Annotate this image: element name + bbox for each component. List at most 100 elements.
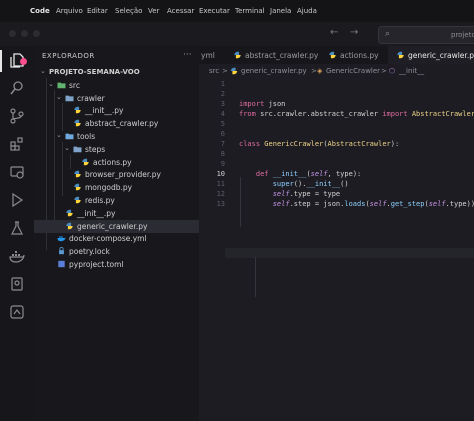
code-line[interactable]: 10 def __init__(self, type):	[199, 170, 474, 180]
code-line[interactable]: 7 class GenericCrawler(AbstractCrawler):	[199, 140, 474, 150]
toml-file-icon	[58, 260, 65, 268]
tab-actions[interactable]: actions.py	[320, 46, 388, 64]
folder-icon	[65, 133, 74, 140]
code-line[interactable]: 12 self.type = type	[199, 190, 474, 200]
code-line[interactable]: 2	[199, 90, 474, 100]
breadcrumb-separator: >	[222, 67, 228, 75]
back-arrow-icon[interactable]: ←	[330, 27, 338, 38]
code-line[interactable]: 3 import json	[199, 100, 474, 110]
breadcrumb-class[interactable]: GenericCrawler	[326, 67, 380, 75]
tree-file[interactable]: actions.py	[34, 156, 199, 169]
menu-selecao[interactable]: Seleção	[115, 7, 142, 15]
tree-folder[interactable]: ⌄ steps	[34, 143, 199, 156]
tree-file[interactable]: mongodb.py	[34, 181, 199, 194]
close-window-button[interactable]	[9, 30, 16, 37]
command-center-search[interactable]: ⌕ projeto	[378, 26, 474, 44]
python-file-icon	[82, 158, 89, 165]
code-line[interactable]: 4 from src.crawler.abstract_crawler impor…	[199, 110, 474, 120]
tree-file[interactable]: generic_crawler.py	[34, 219, 199, 233]
python-file-icon	[74, 171, 81, 178]
minimize-window-button[interactable]	[21, 30, 28, 37]
chevron-down-icon[interactable]: ⌄	[48, 80, 54, 88]
code-text: self.type = type	[272, 190, 341, 198]
tree-item-label: tools	[77, 132, 96, 141]
code-line[interactable]: 6	[199, 130, 474, 140]
tree-item-label: pyproject.toml	[69, 260, 124, 269]
tree-file[interactable]: browser_provider.py	[34, 168, 199, 181]
menu-ajuda[interactable]: Ajuda	[297, 7, 317, 15]
code-line[interactable]: 13 self.step = json.loads(self.get_step(…	[199, 200, 474, 210]
tree-item-label: mongodb.py	[85, 183, 133, 193]
tree-file[interactable]: poetry.lock	[34, 245, 199, 258]
menu-arquivo[interactable]: Arquivo	[56, 7, 83, 15]
menu-ver[interactable]: Ver	[148, 7, 159, 15]
tree-folder[interactable]: ⌄ crawler	[34, 92, 199, 105]
tab-yml[interactable]: yml	[199, 46, 225, 64]
extensions-icon[interactable]	[9, 136, 25, 152]
menu-terminal[interactable]: Terminal	[235, 7, 265, 15]
tree-folder[interactable]: ⌄ src	[34, 79, 199, 92]
tree-item-label: browser_provider.py	[85, 170, 161, 180]
search-icon[interactable]	[9, 80, 25, 96]
python-file-icon	[66, 222, 73, 229]
tree-item-label: PROJETO-SEMANA-VOO	[49, 68, 140, 76]
more-actions-icon[interactable]: ···	[183, 50, 192, 60]
chevron-down-icon[interactable]: ⌄	[64, 144, 70, 152]
code-editor[interactable]: 1 2 3 import json 4 from src.crawler.abstract…	[199, 78, 474, 421]
tree-item-label: poetry.lock	[69, 247, 110, 257]
menu-acessar[interactable]: Acessar	[167, 7, 194, 15]
tree-folder[interactable]: ⌄ PROJETO-SEMANA-VOO	[34, 66, 199, 79]
tree-item-label: steps	[85, 144, 106, 154]
chevron-down-icon[interactable]: ⌄	[56, 93, 62, 101]
python-file-icon	[234, 51, 241, 59]
code-line[interactable]: 11 super().__init__()	[199, 180, 474, 190]
tree-folder[interactable]: ⌄ tools	[34, 130, 199, 143]
menu-code[interactable]: Code	[30, 7, 50, 15]
breadcrumb-method[interactable]: __init__	[399, 67, 424, 75]
class-symbol-icon: ◈	[317, 67, 323, 75]
line-number: 9	[220, 160, 225, 168]
testing-icon[interactable]	[9, 220, 25, 236]
breadcrumb-src[interactable]: src	[209, 67, 219, 75]
code-line[interactable]: 1	[199, 80, 474, 90]
docker-icon[interactable]	[9, 248, 25, 264]
tab-abstract-crawler[interactable]: abstract_crawler.py	[225, 46, 320, 64]
breadcrumb-file[interactable]: generic_crawler.py	[241, 67, 307, 75]
notification-badge	[20, 58, 27, 65]
source-control-icon[interactable]	[9, 108, 25, 124]
tree-item-label: __init__.py	[85, 106, 124, 116]
line-number: 11	[216, 180, 225, 188]
python-file-icon	[230, 67, 238, 75]
method-symbol-icon: ⬡	[389, 67, 396, 75]
menu-executar[interactable]: Executar	[199, 7, 230, 15]
tree-file[interactable]: redis.py	[34, 194, 199, 207]
lock-file-icon	[59, 247, 64, 255]
tree-item-label: generic_crawler.py	[77, 221, 148, 231]
run-debug-icon[interactable]	[9, 192, 25, 208]
title-bar: ← → ⌕ projeto	[0, 22, 474, 46]
folder-icon	[73, 146, 82, 152]
chevron-down-icon[interactable]: ⌄	[40, 67, 46, 75]
tab-generic-crawler[interactable]: generic_crawler.py	[388, 46, 474, 65]
accounts-icon[interactable]	[9, 304, 25, 320]
code-line[interactable]: 9	[199, 160, 474, 170]
python-file-icon	[74, 119, 81, 127]
tree-file[interactable]: docker-compose.yml	[34, 232, 199, 245]
code-line[interactable]: 5	[199, 120, 474, 130]
chevron-down-icon[interactable]: ⌄	[56, 131, 62, 139]
tree-file[interactable]: __init__.py	[34, 207, 199, 220]
code-indent-guide	[255, 257, 256, 297]
folder-icon	[65, 95, 74, 101]
menu-janela[interactable]: Janela	[270, 7, 291, 15]
forward-arrow-icon[interactable]: →	[350, 27, 358, 38]
tree-file[interactable]: pyproject.toml	[34, 258, 199, 271]
line-number: 12	[216, 190, 225, 198]
code-line[interactable]: 8	[199, 150, 474, 160]
remote-explorer-icon[interactable]	[9, 164, 25, 180]
breadcrumb-separator: >	[311, 67, 317, 75]
menu-editar[interactable]: Editar	[87, 7, 108, 15]
maximize-window-button[interactable]	[33, 30, 40, 37]
tree-file[interactable]: abstract_crawler.py	[34, 117, 199, 130]
tree-file[interactable]: __init__.py	[34, 104, 199, 117]
database-icon[interactable]	[9, 276, 25, 292]
